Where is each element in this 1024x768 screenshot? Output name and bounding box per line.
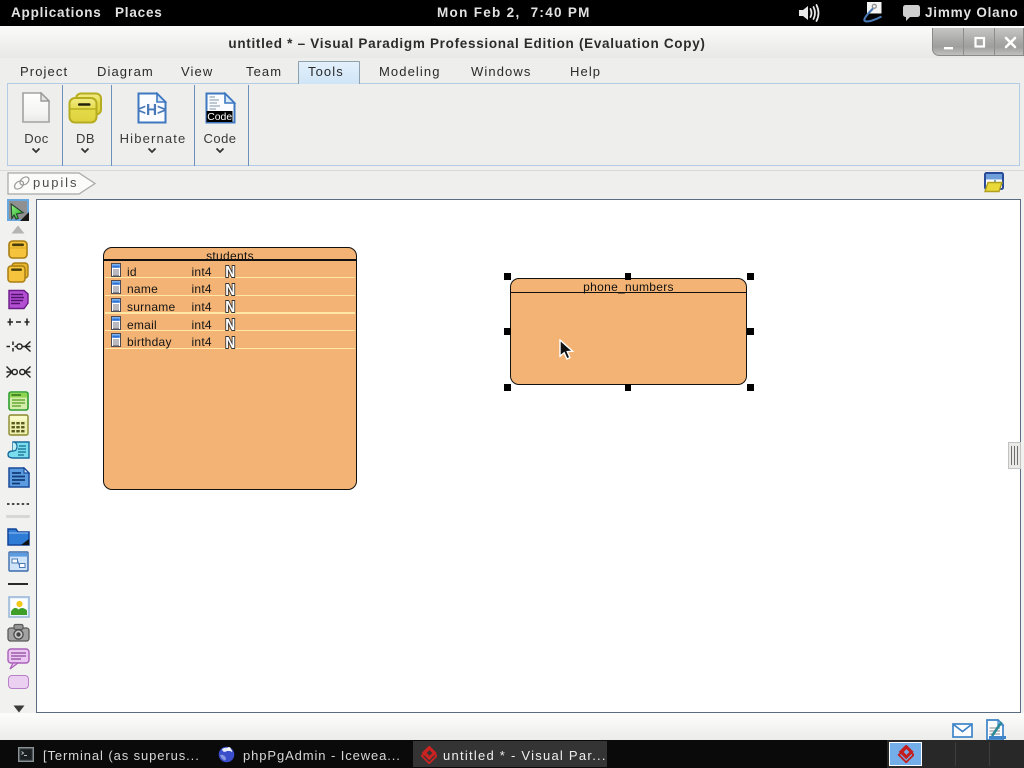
svg-text:N: N	[225, 299, 235, 315]
svg-text:Code: Code	[207, 111, 232, 123]
svg-text:N: N	[225, 282, 235, 298]
svg-text:N: N	[225, 335, 235, 351]
svg-text:N: N	[225, 264, 235, 280]
svg-text:N: N	[225, 317, 235, 333]
svg-text:<H>: <H>	[137, 102, 166, 119]
